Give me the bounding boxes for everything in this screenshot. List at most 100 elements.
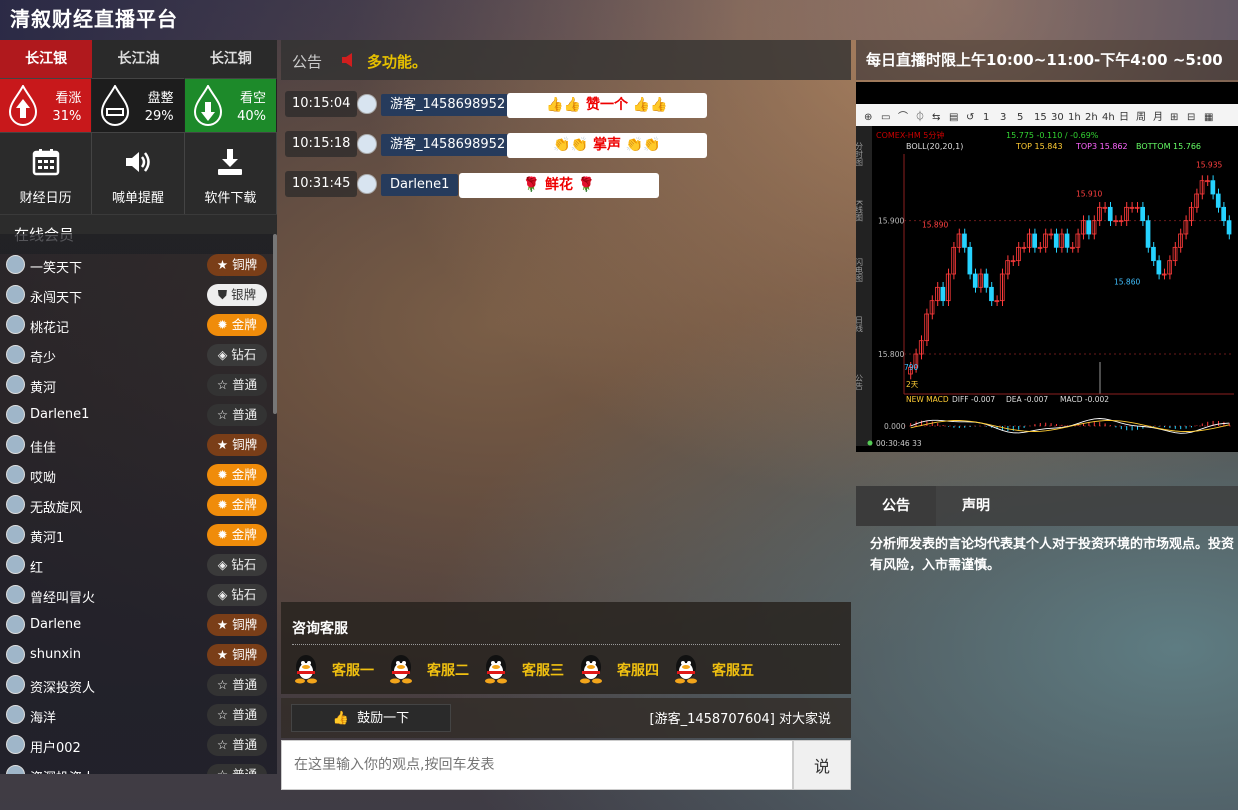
chart-toolbar-button: ▦ xyxy=(1204,112,1213,123)
tab-copper[interactable]: 长江铜 xyxy=(184,40,277,78)
badge-label: 普通 xyxy=(232,677,258,692)
tab-silver[interactable]: 长江银 xyxy=(0,40,93,78)
badge-label: 铜牌 xyxy=(232,437,258,452)
candle-body xyxy=(1151,246,1156,262)
market-tabs: 长江银 长江油 长江铜 xyxy=(0,40,277,78)
member-row[interactable]: 黄河1 ✹ 金牌 xyxy=(0,520,277,550)
avatar xyxy=(6,555,25,574)
chart-toolbar-button: ⊞ xyxy=(1170,112,1178,123)
chat-input[interactable] xyxy=(281,740,793,790)
send-button[interactable]: 说 xyxy=(793,740,851,790)
badge-label: 铜牌 xyxy=(232,617,258,632)
candlestick-chart[interactable]: ⊕ ▭ ⌒ ⏀ ⇆ ▤ ↺ 1 3 5 15 30 1h 2h 4h 日周月 ⊞ ⊟ ▦ 分时图 K线图闪电图日线公告 C… xyxy=(855,82,1238,452)
qq-penguin-icon xyxy=(390,655,412,684)
member-row[interactable]: 无敌旋风 ✹ 金牌 xyxy=(0,490,277,520)
alert-button[interactable]: 喊单提醒 xyxy=(92,133,185,214)
member-row[interactable]: 海洋 ☆ 普通 xyxy=(0,700,277,730)
badge-label: 银牌 xyxy=(231,287,257,302)
member-row[interactable]: 永闯天下 ⛊ 银牌 xyxy=(0,280,277,310)
y-tick-label: 15.900 xyxy=(878,217,904,226)
user-avatar xyxy=(357,94,377,114)
chart-toolbar-button: ⌒ xyxy=(898,111,908,123)
member-list[interactable]: 一笑天下 ★ 铜牌 永闯天下 ⛊ 银牌 桃花记 ✹ 金牌 奇少 ◈ 钻石 黄河 … xyxy=(0,234,277,774)
member-row[interactable]: Darlene1 ☆ 普通 xyxy=(0,400,277,430)
bronze-badge-icon: ★ xyxy=(216,647,229,662)
member-row[interactable]: shunxin ★ 铜牌 xyxy=(0,640,277,670)
qq-penguin-icon xyxy=(295,655,317,684)
member-row[interactable]: Darlene ★ 铜牌 xyxy=(0,610,277,640)
encourage-label: 鼓励一下 xyxy=(357,711,410,726)
message-user[interactable]: Darlene1 xyxy=(381,174,459,196)
normal-badge-icon: ☆ xyxy=(216,377,229,392)
tab-disclaimer[interactable]: 声明 xyxy=(936,486,1016,526)
qq-penguin-icon xyxy=(485,655,507,684)
member-row[interactable]: 奇少 ◈ 钻石 xyxy=(0,340,277,370)
calendar-button[interactable]: 财经日历 xyxy=(0,133,93,214)
candle-body xyxy=(940,286,946,302)
member-badge: ⛊ 银牌 xyxy=(207,284,267,306)
member-row[interactable]: 用户002 ☆ 普通 xyxy=(0,730,277,760)
vote-neutral-button[interactable]: 盘整 29% xyxy=(92,78,185,132)
notice-text: 多功能。 xyxy=(367,53,428,71)
member-row[interactable]: 桃花记 ✹ 金牌 xyxy=(0,310,277,340)
tool-bar: 财经日历 喊单提醒 软件下载 xyxy=(0,132,277,214)
member-row[interactable]: 资深投资人 ☆ 普通 xyxy=(0,670,277,700)
member-badge: ☆ 普通 xyxy=(207,674,267,696)
tab-oil[interactable]: 长江油 xyxy=(92,40,185,78)
member-row[interactable]: 资深投资人 ☆ 普通 xyxy=(0,760,277,774)
message-user[interactable]: 游客_1458698952 xyxy=(381,134,515,156)
member-badge: ★ 铜牌 xyxy=(207,254,267,276)
chart-side-tabs xyxy=(856,126,872,446)
badge-label: 金牌 xyxy=(231,467,257,482)
vote-bearish-button[interactable]: 看空 40% xyxy=(184,78,277,132)
chart-toolbar xyxy=(856,104,1238,126)
gold-badge-icon: ✹ xyxy=(217,527,228,542)
member-badge: ✹ 金牌 xyxy=(207,494,267,516)
chart-toolbar-button: 15 xyxy=(1034,112,1047,123)
member-name: 无敌旋风 xyxy=(30,501,83,516)
indicator-top3: TOP3 15.862 xyxy=(1075,142,1128,151)
member-name: 黄河 xyxy=(30,381,57,396)
member-name: shunxin xyxy=(30,647,82,662)
price-chart[interactable]: ⊕ ▭ ⌒ ⏀ ⇆ ▤ ↺ 1 3 5 15 30 1h 2h 4h 日周月 ⊞ ⊟ ▦ 分时图 K线图 闪电图 日线 公告 C… xyxy=(855,82,1238,452)
tab-announcement[interactable]: 公告 xyxy=(856,486,936,526)
chat-message: 10:15:18 游客_1458698952 👏👏 掌声 👏👏 xyxy=(285,128,849,168)
download-icon xyxy=(218,149,243,175)
volume-label: 2天 xyxy=(906,380,919,389)
user-avatar xyxy=(357,174,377,194)
member-row[interactable]: 红 ◈ 钻石 xyxy=(0,550,277,580)
chart-toolbar-button: ▭ xyxy=(881,112,890,123)
vote-bullish-button[interactable]: 看涨 31% xyxy=(0,78,93,132)
member-row[interactable]: 佳佳 ★ 铜牌 xyxy=(0,430,277,460)
speaker-icon xyxy=(125,152,150,172)
candle-body xyxy=(962,233,967,248)
normal-badge-icon: ☆ xyxy=(216,737,229,752)
input-row: 说 xyxy=(281,740,851,790)
avatar xyxy=(6,765,25,774)
notice-label: 公告 xyxy=(292,53,323,71)
chart-toolbar-button: ↺ xyxy=(966,112,974,123)
message-content: 👍👍 赞一个 👍👍 xyxy=(507,93,707,118)
recipient-label[interactable]: [游客_1458707604] 对大家说 xyxy=(650,708,832,727)
normal-badge-icon: ☆ xyxy=(216,407,229,422)
vote-percent: 29% xyxy=(144,109,174,124)
gold-badge-icon: ✹ xyxy=(217,497,228,512)
member-row[interactable]: 一笑天下 ★ 铜牌 xyxy=(0,250,277,280)
member-list-scrollbar[interactable] xyxy=(273,234,277,414)
normal-badge-icon: ☆ xyxy=(217,767,228,774)
vote-percent: 31% xyxy=(52,109,82,124)
encourage-button[interactable]: 👍 鼓励一下 xyxy=(291,704,451,732)
agent-name: 客服三 xyxy=(522,663,564,679)
member-row[interactable]: 黄河 ☆ 普通 xyxy=(0,370,277,400)
member-name: Darlene1 xyxy=(30,407,90,422)
member-row[interactable]: 曾经叫冒火 ◈ 钻石 xyxy=(0,580,277,610)
agent-name: 客服五 xyxy=(712,663,754,679)
member-name: 永闯天下 xyxy=(30,291,83,306)
chart-side-tab: K线图 xyxy=(856,200,864,222)
message-user[interactable]: 游客_1458698952 xyxy=(381,94,515,116)
avatar xyxy=(6,405,25,424)
download-button[interactable]: 软件下载 xyxy=(185,133,277,214)
chart-quote: 15.775 -0.110 / -0.69% xyxy=(1006,131,1099,140)
candle-body xyxy=(1215,193,1221,208)
member-row[interactable]: 哎呦 ✹ 金牌 xyxy=(0,460,277,490)
